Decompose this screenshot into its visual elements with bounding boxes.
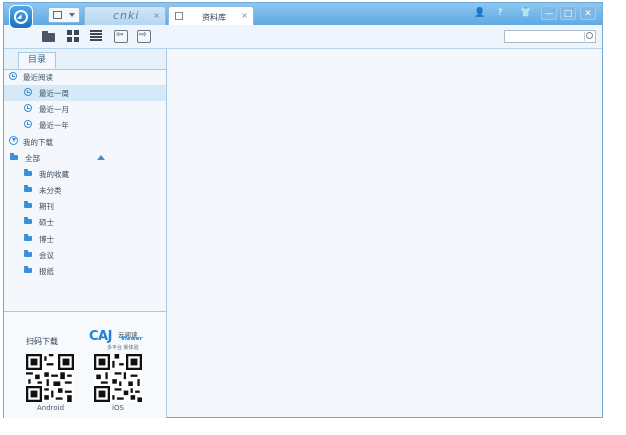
- tab-cnki[interactable]: cnki ×: [84, 6, 166, 25]
- folder-icon: [24, 250, 32, 257]
- sidebar-item-label: 全部: [25, 154, 40, 163]
- list-view-icon[interactable]: [90, 30, 103, 42]
- sidebar-item-label: 报纸: [39, 267, 54, 276]
- sidebar-item-label: 会议: [39, 251, 54, 260]
- sidebar-item-newspaper[interactable]: 报纸: [4, 263, 166, 279]
- library-icon: [175, 12, 183, 20]
- grid-view-icon: [53, 11, 62, 19]
- sidebar: 目录 最近阅读 最近一周 最近一月 最近一年 我的下载 全部 我的收藏 未分类 …: [4, 49, 167, 418]
- main-content-area[interactable]: [167, 49, 602, 417]
- sidebar-item-label: 未分类: [39, 186, 62, 195]
- clock-icon: [24, 104, 32, 112]
- sidebar-item-label: 最近一周: [39, 89, 69, 98]
- folder-icon: [10, 153, 18, 160]
- ios-qr-code[interactable]: [94, 354, 142, 402]
- back-icon[interactable]: ⇦: [114, 30, 128, 43]
- clock-icon: [9, 72, 17, 80]
- close-button[interactable]: ✕: [580, 6, 596, 20]
- android-qr-code[interactable]: [26, 354, 74, 402]
- caj-slogan: 多平台 新体验: [107, 345, 139, 351]
- folder-icon: [24, 217, 32, 224]
- folder-icon: [24, 266, 32, 273]
- tab-close-icon[interactable]: ×: [241, 11, 248, 20]
- sidebar-item-doctoral[interactable]: 博士: [4, 231, 166, 247]
- title-bar: ◢ cnki × 资料库 × 👤 ? 👕 — □ ✕: [4, 3, 602, 29]
- tab-library[interactable]: 资料库 ×: [168, 6, 254, 26]
- folder-icon: [24, 169, 32, 176]
- maximize-button[interactable]: □: [560, 6, 576, 20]
- caj-logo: CAJ: [89, 329, 112, 344]
- sidebar-item-label: 最近一年: [39, 121, 69, 130]
- folder-icon: [24, 185, 32, 192]
- folder-icon: [24, 234, 32, 241]
- download-promo: 扫码下载 CAJ 云阅读 Viewer 多平台 新体验 Android iOS: [4, 311, 166, 418]
- sidebar-item-uncategorized[interactable]: 未分类: [4, 182, 166, 198]
- folder-icon: [24, 201, 32, 208]
- sidebar-item-favorites[interactable]: 我的收藏: [4, 166, 166, 182]
- thumbnail-view-icon[interactable]: [67, 30, 80, 42]
- sidebar-item-recent-reading[interactable]: 最近阅读: [4, 69, 166, 85]
- skin-icon[interactable]: 👕: [518, 6, 534, 20]
- sidebar-item-recent-year[interactable]: 最近一年: [4, 117, 166, 133]
- clock-icon: [24, 88, 32, 96]
- collapse-arrow-icon[interactable]: [97, 155, 105, 160]
- caj-viewer-label: Viewer: [121, 336, 143, 342]
- clock-icon: [24, 120, 32, 128]
- open-folder-icon[interactable]: [42, 30, 55, 42]
- sidebar-item-label: 硕士: [39, 218, 54, 227]
- user-icon[interactable]: 👤: [472, 6, 488, 20]
- sidebar-item-recent-week[interactable]: 最近一周: [4, 85, 166, 101]
- tab-library-label: 资料库: [202, 13, 226, 22]
- download-icon: [9, 136, 18, 145]
- sidebar-item-conference[interactable]: 会议: [4, 247, 166, 263]
- sidebar-item-my-downloads[interactable]: 我的下载: [4, 134, 166, 150]
- search-icon[interactable]: [584, 32, 594, 41]
- search-input[interactable]: [504, 30, 596, 43]
- view-mode-dropdown[interactable]: [48, 7, 80, 23]
- scan-download-label: 扫码下载: [26, 337, 58, 346]
- chevron-down-icon: [69, 13, 75, 17]
- sidebar-item-label: 期刊: [39, 202, 54, 211]
- sidebar-item-masters[interactable]: 硕士: [4, 214, 166, 230]
- sidebar-item-label: 我的下载: [23, 138, 53, 147]
- sidebar-item-label: 博士: [39, 235, 54, 244]
- app-logo-icon[interactable]: ◢: [9, 5, 33, 29]
- forward-icon[interactable]: ⇨: [137, 30, 151, 43]
- toolbar: ⇦ ⇨: [4, 25, 602, 49]
- sidebar-item-all[interactable]: 全部: [4, 150, 166, 166]
- android-label: Android: [37, 404, 65, 412]
- sidebar-item-label: 最近一月: [39, 105, 69, 114]
- sidebar-item-journals[interactable]: 期刊: [4, 198, 166, 214]
- cnki-logo: cnki: [113, 9, 140, 22]
- ios-label: iOS: [112, 404, 124, 412]
- sidebar-item-recent-month[interactable]: 最近一月: [4, 101, 166, 117]
- sidebar-item-label: 我的收藏: [39, 170, 69, 179]
- sidebar-tabbar: 目录: [4, 49, 166, 70]
- tab-catalog[interactable]: 目录: [18, 52, 56, 69]
- sidebar-item-label: 最近阅读: [23, 73, 53, 82]
- help-icon[interactable]: ?: [492, 6, 508, 20]
- tab-close-icon[interactable]: ×: [153, 11, 160, 20]
- app-window: ◢ cnki × 资料库 × 👤 ? 👕 — □ ✕ ⇦ ⇨ 目录 最近阅读 最…: [3, 2, 603, 418]
- minimize-button[interactable]: —: [541, 6, 557, 20]
